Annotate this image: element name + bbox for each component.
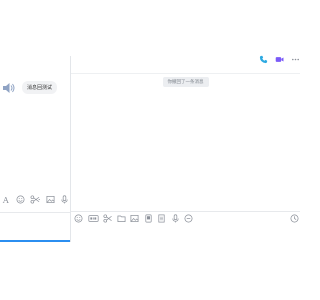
main-chat-pane: 你撤回了一条消息 (71, 47, 300, 257)
chat-header-divider (71, 73, 300, 74)
more-icon[interactable] (291, 55, 300, 64)
left-chat-pane: 消息回测试 A (0, 56, 71, 242)
left-input-divider (0, 212, 70, 213)
file-icon[interactable] (157, 214, 166, 223)
emoji-icon[interactable] (16, 195, 25, 204)
chat-screen: 消息回测试 A 你撤回了一条消息 (0, 0, 300, 300)
main-input-divider (71, 211, 300, 212)
microphone-icon[interactable] (60, 195, 69, 204)
voice-speaker-icon (3, 82, 15, 93)
svg-text:A: A (2, 195, 9, 204)
microphone-icon[interactable] (171, 214, 180, 223)
phone-icon[interactable] (259, 55, 268, 64)
font-icon[interactable]: A (2, 195, 11, 204)
chat-header-actions (259, 55, 300, 64)
gif-icon[interactable] (87, 214, 99, 223)
emoji-icon[interactable] (74, 214, 83, 223)
system-notice: 你撤回了一条消息 (162, 77, 209, 87)
message-bubble: 消息回测试 (22, 81, 58, 94)
main-input-toolbar (74, 214, 193, 223)
folder-icon[interactable] (117, 214, 126, 223)
screen-icon[interactable] (144, 214, 153, 223)
video-icon[interactable] (275, 55, 284, 64)
scissors-icon[interactable] (30, 195, 41, 204)
image-icon[interactable] (46, 195, 55, 204)
history-icon[interactable] (290, 214, 299, 223)
left-input-toolbar: A (2, 195, 69, 204)
image-icon[interactable] (130, 214, 139, 223)
left-voice-message[interactable]: 消息回测试 (2, 81, 58, 94)
scissors-icon[interactable] (103, 214, 112, 223)
more-circle-icon[interactable] (184, 214, 193, 223)
left-active-indicator (0, 240, 70, 242)
